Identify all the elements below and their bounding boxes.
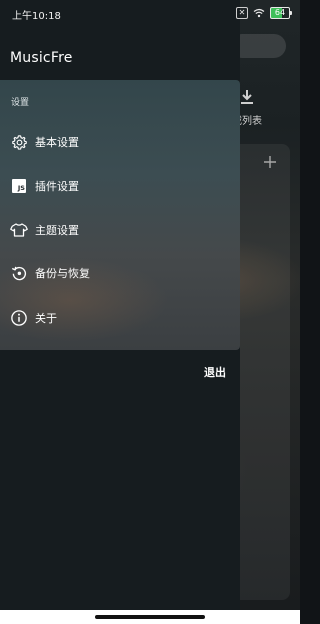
screen: 上午10:18 ✕ 64 载列表 MusicFre 设置 基本设置 JS 插件设… (0, 0, 300, 624)
js-icon: JS (10, 177, 28, 195)
menu-item-label: 插件设置 (35, 180, 79, 193)
exit-button[interactable]: 退出 (204, 364, 226, 380)
menu-item-basic-settings[interactable]: 基本设置 (0, 122, 240, 162)
app-title: MusicFre (10, 50, 73, 66)
navigation-drawer: MusicFre 设置 基本设置 JS 插件设置 主题设置 备份与恢复 关于 退… (0, 0, 240, 610)
status-time: 上午10:18 (12, 11, 61, 22)
menu-item-theme-settings[interactable]: 主题设置 (0, 210, 240, 250)
close-box-icon: ✕ (236, 7, 248, 19)
backup-restore-icon (10, 264, 28, 282)
status-icons: ✕ 64 (236, 7, 292, 19)
info-icon (10, 309, 28, 327)
wifi-icon (253, 8, 265, 18)
battery-icon: 64 (270, 7, 292, 19)
system-nav-bar (0, 610, 300, 624)
menu-item-label: 备份与恢复 (35, 267, 90, 280)
menu-item-about[interactable]: 关于 (0, 298, 240, 338)
add-icon[interactable] (262, 154, 278, 170)
menu-item-label: 关于 (35, 312, 57, 325)
menu-item-label: 基本设置 (35, 136, 79, 149)
menu-item-backup-restore[interactable]: 备份与恢复 (0, 253, 240, 293)
settings-section-header: 设置 (11, 98, 30, 108)
shirt-icon (10, 221, 28, 239)
settings-panel: 设置 基本设置 JS 插件设置 主题设置 备份与恢复 关于 (0, 80, 240, 350)
download-icon[interactable] (238, 88, 256, 106)
menu-item-plugin-settings[interactable]: JS 插件设置 (0, 166, 240, 206)
home-indicator[interactable] (95, 615, 205, 619)
status-bar: 上午10:18 ✕ 64 (0, 0, 300, 28)
gear-icon (10, 133, 28, 151)
menu-item-label: 主题设置 (35, 224, 79, 237)
playlist-card (232, 144, 290, 600)
